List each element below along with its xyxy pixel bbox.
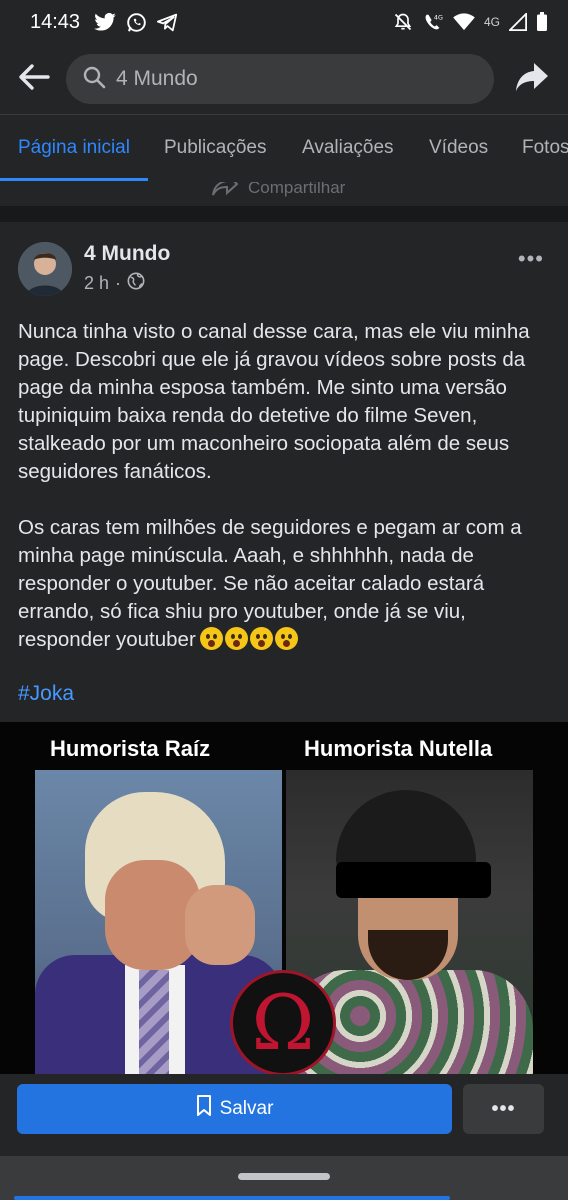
network-type-label: 4G	[483, 15, 500, 29]
back-button[interactable]	[16, 61, 52, 97]
arrow-left-icon	[18, 63, 50, 96]
avatar[interactable]	[18, 242, 72, 296]
bottom-action-bar: Salvar •••	[0, 1074, 568, 1156]
battery-icon	[536, 12, 548, 32]
navigation-gesture-area	[0, 1156, 568, 1200]
shushing-face-icon	[199, 627, 223, 650]
notification-icons	[94, 12, 178, 33]
tab-videos[interactable]: Vídeos	[429, 137, 488, 159]
tab-reviews[interactable]: Avaliações	[302, 137, 394, 159]
post-image[interactable]: Humorista Raíz Humorista Nutella Ω	[0, 722, 568, 1082]
search-value: 4 Mundo	[116, 67, 198, 90]
post-card: 4 Mundo 2 h · ••• Nunca tinha visto o ca…	[0, 222, 568, 1082]
status-bar: 14:43 4G 4G	[0, 0, 568, 44]
svg-text:4G: 4G	[434, 14, 443, 21]
save-label: Salvar	[219, 1098, 274, 1119]
shushing-face-icon	[224, 627, 248, 650]
globe-icon	[127, 272, 145, 295]
post-meta: 2 h ·	[84, 272, 145, 295]
hashtag-link[interactable]: #Joka	[18, 682, 74, 706]
more-options-button[interactable]: •••	[463, 1084, 544, 1134]
previous-post-footer: Compartilhar	[0, 182, 568, 206]
surprised-face-icon	[274, 627, 298, 650]
meta-separator: ·	[115, 273, 122, 293]
bookmark-icon	[196, 1095, 212, 1123]
surprised-face-icon	[249, 627, 273, 650]
share-page-button[interactable]	[512, 59, 552, 99]
omega-logo-icon: Ω	[230, 970, 336, 1076]
whatsapp-icon	[126, 12, 147, 33]
tab-posts[interactable]: Publicações	[164, 137, 266, 159]
share-icon	[212, 182, 239, 201]
wifi-icon	[453, 13, 475, 31]
search-icon	[82, 65, 106, 94]
post-options-button[interactable]: •••	[518, 246, 544, 272]
active-tab-indicator	[0, 178, 148, 181]
muted-bell-icon	[393, 12, 413, 32]
page-name[interactable]: 4 Mundo	[84, 242, 170, 266]
save-button[interactable]: Salvar	[17, 1084, 452, 1134]
post-paragraph-1: Nunca tinha visto o canal desse cara, ma…	[18, 320, 530, 483]
share-arrow-icon	[515, 62, 549, 97]
emoji-row	[199, 627, 298, 650]
image-caption-right: Humorista Nutella	[304, 736, 493, 761]
top-bar: 4 Mundo	[0, 44, 568, 114]
tab-photos[interactable]: Fotos	[522, 137, 568, 159]
share-label: Compartilhar	[248, 182, 346, 197]
post-text: Nunca tinha visto o canal desse cara, ma…	[18, 318, 553, 682]
search-input[interactable]: 4 Mundo	[66, 54, 494, 104]
page-tabs: Página inicial Publicações Avaliações Ví…	[0, 114, 568, 182]
system-icons: 4G 4G	[393, 12, 548, 32]
wifi-call-icon: 4G	[422, 12, 444, 32]
signal-icon	[509, 13, 527, 31]
telegram-icon	[157, 13, 178, 32]
bottom-accent-strip	[14, 1196, 450, 1200]
post-header: 4 Mundo 2 h · •••	[18, 242, 550, 298]
post-paragraph-2: Os caras tem milhões de seguidores e peg…	[18, 514, 553, 654]
twitter-icon	[94, 13, 116, 31]
tab-home[interactable]: Página inicial	[18, 137, 130, 159]
image-caption-left: Humorista Raíz	[50, 736, 211, 761]
home-gesture-handle[interactable]	[238, 1173, 330, 1180]
status-time: 14:43	[30, 10, 81, 33]
post-time[interactable]: 2 h	[84, 273, 109, 294]
share-button[interactable]: Compartilhar	[212, 182, 345, 201]
